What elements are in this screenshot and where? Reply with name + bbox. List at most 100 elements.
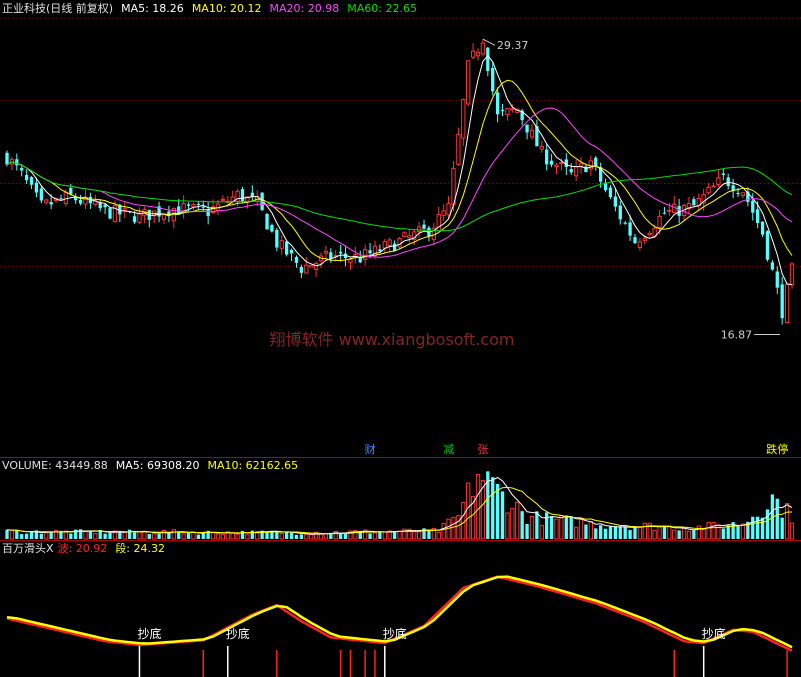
volume-bar-down	[108, 532, 112, 539]
candle-body-up	[505, 108, 510, 115]
candle-body-down	[78, 199, 83, 204]
candle-body-up	[122, 208, 127, 212]
candle-body-up	[363, 249, 368, 260]
candle-body-up	[181, 203, 186, 212]
candle-body-down	[692, 199, 696, 206]
price-indicator-label: MA5: 18.26	[121, 2, 184, 15]
volume-bar-up	[578, 519, 584, 540]
volume-bar-down	[88, 530, 93, 539]
candle-body-down	[186, 204, 191, 206]
volume-bar-down	[177, 531, 181, 539]
candle-body-up	[789, 263, 795, 286]
price-panel-title: 正业科技(日线 前复权)	[2, 1, 113, 15]
volume-bar-up	[137, 531, 142, 540]
volume-bar-down	[167, 532, 171, 539]
candle-body-down	[132, 216, 137, 223]
volume-bar-up	[142, 530, 147, 540]
volume-bar-down	[49, 532, 53, 539]
candle-body-up	[387, 239, 392, 247]
candle-body-down	[275, 229, 279, 248]
volume-bar-up	[122, 531, 127, 540]
buy-signal-label: 抄底	[702, 626, 726, 641]
candle-body-down	[780, 284, 784, 319]
volume-bar-up	[309, 534, 314, 540]
candle-body-down	[584, 166, 588, 173]
volume-bar-up	[382, 531, 387, 540]
volume-bar-down	[775, 498, 779, 539]
volume-bar-up	[701, 529, 706, 540]
candle-body-down	[108, 208, 112, 219]
watermark: 翔博软件 www.xiangbosoft.com	[270, 330, 515, 349]
volume-bar-down	[623, 526, 627, 539]
volume-bar-up	[210, 532, 216, 540]
candle-body-down	[623, 222, 627, 224]
volume-bar-up	[230, 532, 235, 540]
volume-bar-up	[789, 522, 795, 540]
candle-body-down	[495, 92, 500, 115]
volume-bar-up	[323, 533, 329, 540]
candle-body-up	[510, 108, 515, 111]
volume-bar-up	[652, 529, 657, 540]
candle-body-up	[470, 50, 476, 58]
volume-bar-up	[304, 533, 309, 540]
candle-body-up	[461, 99, 466, 139]
event-marker: 跌停	[766, 442, 788, 456]
volume-bar-up	[554, 518, 559, 540]
candle-body-down	[770, 262, 775, 270]
candle-body-up	[397, 238, 402, 248]
volume-bar-down	[765, 509, 770, 539]
volume-bar-down	[564, 515, 568, 539]
candle-body-down	[392, 243, 397, 251]
volume-indicator-label: MA10: 62162.65	[207, 459, 298, 472]
candle-body-up	[235, 190, 240, 203]
volume-bar-down	[613, 526, 618, 539]
volume-bar-down	[265, 531, 269, 539]
candle-body-up	[304, 264, 309, 274]
candle-body-up	[416, 226, 422, 232]
volume-bar-down	[368, 533, 372, 539]
volume-bar-down	[780, 517, 784, 539]
volume-bar-down	[736, 526, 740, 539]
volume-bar-down	[250, 530, 254, 539]
volume-bar-up	[461, 501, 466, 540]
volume-bar-up	[657, 526, 662, 540]
volume-bar-down	[294, 534, 299, 539]
candle-body-down	[29, 177, 34, 185]
ma-layer	[6, 54, 793, 286]
volume-bar-down	[662, 526, 667, 539]
volume-bar-down	[599, 525, 603, 539]
volume-bar-down	[495, 484, 500, 539]
volume-bar-down	[549, 516, 554, 539]
volume-bar-up	[9, 529, 15, 540]
candle-body-down	[677, 206, 681, 216]
candle-body-up	[716, 177, 721, 185]
volume-bar-up	[191, 531, 196, 540]
volume-bar-down	[756, 516, 760, 539]
candle-body-up	[220, 198, 226, 201]
candle-body-down	[628, 222, 632, 236]
candle-body-down	[24, 174, 29, 181]
candle-body-down	[751, 200, 755, 213]
candle-body-down	[545, 149, 549, 165]
volume-bar-up	[152, 533, 157, 540]
volume-bar-down	[692, 529, 696, 539]
volume-bar-up	[93, 533, 98, 540]
candle-body-down	[201, 206, 205, 208]
volume-bar-down	[608, 526, 613, 539]
candle-body-down	[289, 249, 294, 254]
volume-bar-down	[103, 533, 107, 539]
volume-bar-down	[677, 530, 681, 539]
candle-body-up	[559, 162, 564, 165]
oscillator-series-label: 段: 24.32	[115, 541, 165, 555]
candle-body-up	[657, 215, 662, 229]
candle-body-down	[633, 237, 637, 244]
volume-bar-down	[69, 533, 73, 539]
volume-bar-down	[594, 528, 598, 539]
candle-body-down	[5, 152, 9, 165]
candle-body-up	[323, 250, 329, 254]
volume-bar-down	[726, 525, 730, 539]
high-price-label: 29.37	[497, 39, 529, 52]
volume-bar-down	[628, 530, 632, 539]
volume-bar-down	[240, 530, 245, 539]
candles-layer	[5, 39, 795, 325]
